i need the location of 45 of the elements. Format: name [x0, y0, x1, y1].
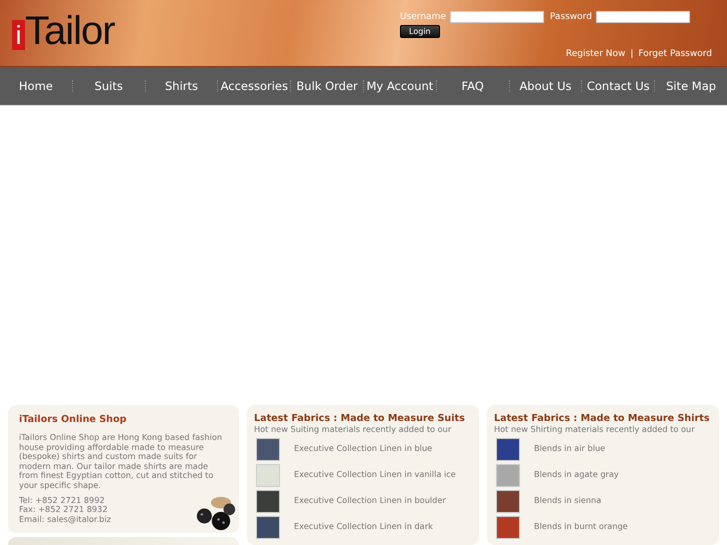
username-field[interactable] [450, 11, 544, 23]
shop-description: iTailors Online Shop are Hong Kong based fashion house providing affordable made to measure (bespoke) shirts and custom made suits for modern man. Our tailor made shirts are made from finest Egyptian cotton, cut and stitched to your specific shape. [19, 433, 224, 491]
nav-link[interactable]: Bulk Order [291, 79, 363, 93]
password-field[interactable] [596, 11, 690, 23]
logo-text: Tailor [25, 10, 115, 52]
nav-link[interactable]: About Us [510, 79, 582, 93]
fabric-swatch[interactable] [256, 490, 280, 513]
nav-link[interactable]: Contact Us [582, 79, 654, 93]
fabric-swatch[interactable] [496, 464, 520, 487]
header-link[interactable]: Forget Password [638, 49, 712, 59]
nav-link[interactable]: FAQ [436, 79, 509, 93]
fabric-link[interactable]: Executive Collection Linen in dark [294, 522, 433, 532]
nav-link[interactable]: Accessories [218, 79, 290, 93]
header-link[interactable]: Register Now [566, 49, 626, 59]
card-title: Latest Fabrics : Made to Measure Shirts [494, 413, 711, 425]
card-title: Latest Fabrics : Made to Measure Suits [254, 413, 466, 425]
contact-line: Tel: +852 2721 8992 [19, 496, 106, 506]
card-subtitle: Hot new Shirting materials recently added to our [494, 425, 696, 435]
fabric-link[interactable]: Executive Collection Linen in boulder [294, 496, 446, 506]
username-label: Username [400, 12, 446, 22]
contact-line: Fax: +852 2721 8932 [19, 505, 109, 515]
fabric-swatch[interactable] [256, 464, 280, 487]
fabric-swatch[interactable] [256, 516, 280, 539]
fabric-link[interactable]: Executive Collection Linen in vanilla ice [294, 470, 456, 480]
password-label: Password [550, 12, 592, 22]
nav-link[interactable]: Suits [72, 79, 145, 93]
fabric-swatch[interactable] [496, 490, 520, 513]
nav-link[interactable]: Home [0, 79, 72, 93]
fabric-link[interactable]: Blends in burnt orange [534, 522, 628, 532]
card-title: iTailors Online Shop [19, 414, 128, 426]
card-subtitle: Hot new Suiting materials recently added to our [254, 425, 452, 435]
nav-link[interactable]: My Account [364, 79, 436, 93]
login-button[interactable]: Login [400, 25, 440, 38]
nav-link[interactable]: Site Map [655, 79, 727, 93]
nav-link[interactable]: Shirts [146, 79, 218, 93]
fabric-swatch[interactable] [256, 438, 280, 461]
fabric-swatch[interactable] [496, 516, 520, 539]
logo-mark: i [12, 20, 25, 50]
fabric-link[interactable]: Blends in agate gray [534, 470, 619, 480]
contact-line: Email: sales@italor.biz [19, 514, 112, 524]
fabric-link[interactable]: Blends in air blue [534, 444, 606, 454]
fabric-link[interactable]: Executive Collection Linen in blue [294, 444, 432, 454]
fabric-swatch[interactable] [496, 438, 520, 461]
fabric-link[interactable]: Blends in sienna [534, 496, 602, 506]
link-separator: | [630, 49, 634, 59]
